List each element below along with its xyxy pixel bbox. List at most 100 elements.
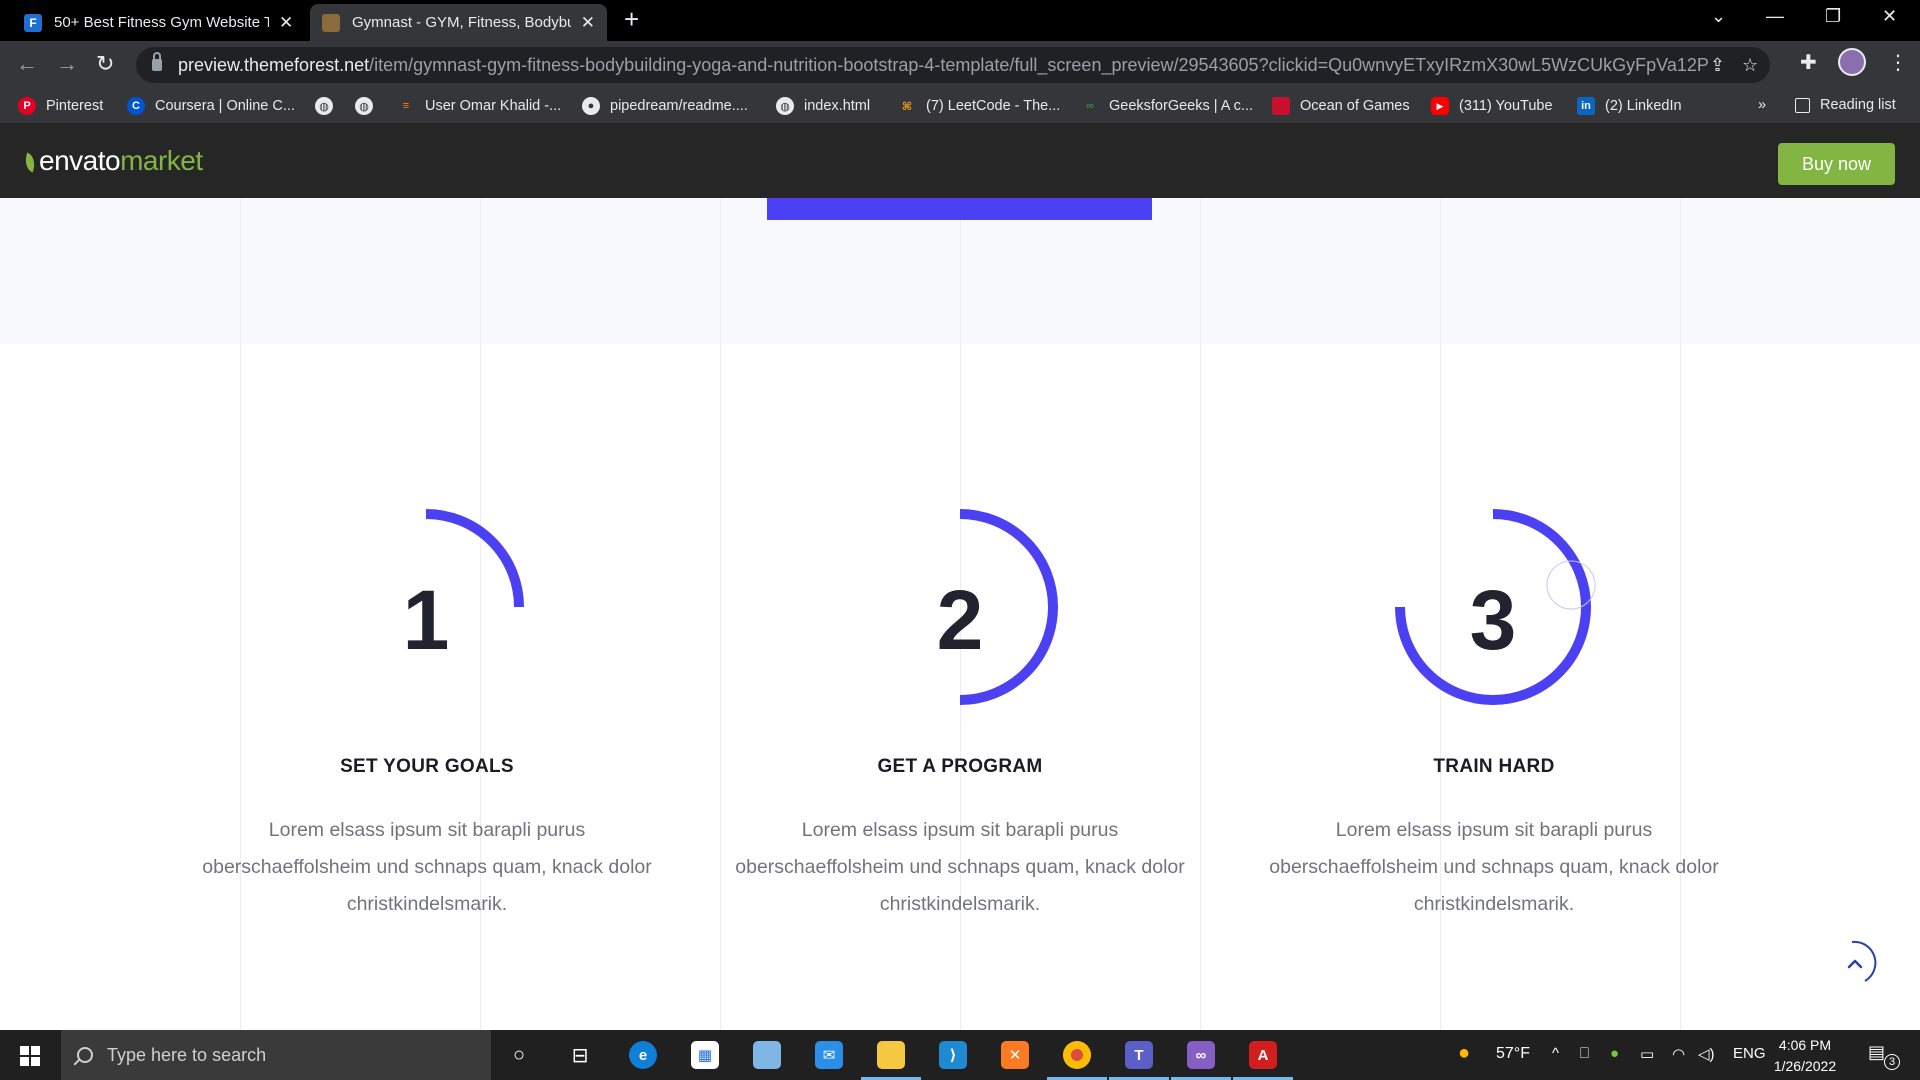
file-explorer-icon[interactable] [861, 1039, 921, 1080]
bookmark-label: index.html [804, 98, 871, 114]
url-path: /item/gymnast-gym-fitness-bodybuilding-y… [369, 54, 1710, 75]
task-view-icon[interactable]: ⊟ [564, 1039, 596, 1071]
vscode-icon[interactable]: ⟩ [937, 1039, 969, 1071]
bookmark-youtube[interactable]: ▶ (311) YouTube [1431, 97, 1553, 115]
globe-icon: ◍ [355, 97, 373, 115]
bookmark-label: Coursera | Online C... [155, 98, 295, 114]
bookmark-label: pipedream/readme.... [610, 98, 748, 114]
bookmark-pinterest[interactable]: P Pinterest [18, 97, 103, 115]
browser-tab-strip: F 50+ Best Fitness Gym Website Te ✕ Gymn… [0, 0, 1920, 41]
clock-date: 1/26/2022 [1773, 1058, 1837, 1074]
step-3-description: Lorem elsass ipsum sit barapli purus obe… [1269, 819, 1719, 915]
reading-list[interactable]: Reading list [1795, 97, 1896, 113]
envato-market-logo[interactable]: envatomarket [21, 145, 203, 177]
tab-search-chevron-icon[interactable]: ⌄ [1711, 6, 1726, 27]
bookmark-label: User Omar Khalid -... [425, 98, 562, 114]
bookmark-globe-2[interactable]: ◍ [355, 97, 383, 115]
youtube-icon: ▶ [1431, 97, 1449, 115]
close-tab-icon[interactable]: ✕ [279, 13, 293, 33]
store-icon[interactable]: ▦ [689, 1039, 721, 1071]
tab-fitness-templates[interactable]: F 50+ Best Fitness Gym Website Te ✕ [12, 4, 305, 41]
step-1-description: Lorem elsass ipsum sit barapli purus obe… [202, 819, 652, 915]
url-host: preview.themeforest.net [178, 54, 370, 75]
wifi-icon[interactable]: ◠ [1672, 1045, 1685, 1063]
globe-icon: ◍ [776, 97, 794, 115]
step-2-description: Lorem elsass ipsum sit barapli purus obe… [735, 819, 1185, 915]
minimize-icon[interactable]: — [1766, 6, 1784, 27]
menu-icon[interactable]: ⋮ [1888, 50, 1908, 75]
scroll-to-top-button[interactable] [1830, 938, 1880, 988]
envato-header: envatomarket Buy now [0, 123, 1920, 198]
tab-favicon-icon [322, 13, 340, 32]
bookmark-coursera[interactable]: C Coursera | Online C... [127, 97, 295, 115]
close-window-icon[interactable]: ✕ [1882, 6, 1897, 27]
back-icon[interactable]: ← [16, 51, 38, 77]
visual-studio-icon[interactable]: ∞ [1171, 1039, 1231, 1080]
tab-gymnast[interactable]: Gymnast - GYM, Fitness, Bodybui ✕ [310, 4, 607, 41]
bookmarks-bar: P Pinterest C Coursera | Online C... ◍ ◍… [0, 89, 1920, 123]
system-clock[interactable]: 4:06 PM 1/26/2022 [1760, 1035, 1850, 1077]
tray-expand-icon[interactable]: ^ [1552, 1045, 1559, 1062]
app-tray-icon[interactable]: ● [1610, 1045, 1619, 1062]
mail-icon[interactable]: ✉ [813, 1039, 845, 1071]
weather-sun-icon[interactable]: ● [1458, 1042, 1470, 1065]
tab-title: Gymnast - GYM, Fitness, Bodybui [352, 14, 571, 31]
device-icon[interactable]: ⎕ [1580, 1045, 1589, 1062]
notes-app-icon[interactable] [751, 1039, 783, 1071]
cortana-icon[interactable]: ○ [503, 1039, 535, 1071]
ocean-of-games-icon [1272, 97, 1290, 115]
leetcode-icon: ⌘ [901, 100, 913, 113]
bookmark-label: (2) LinkedIn [1605, 98, 1682, 114]
bookmark-leetcode[interactable]: ⌘ (7) LeetCode - The... [898, 97, 1060, 115]
share-icon[interactable]: ⇪ [1710, 55, 1725, 76]
bookmark-star-icon[interactable]: ☆ [1742, 55, 1758, 76]
bookmark-geeksforgeeks[interactable]: ∞ GeeksforGeeks | A c... [1081, 97, 1253, 115]
bookmarks-overflow-icon[interactable]: » [1758, 97, 1766, 113]
close-tab-icon[interactable]: ✕ [581, 13, 595, 33]
restore-icon[interactable]: ❐ [1825, 6, 1841, 27]
teams-icon[interactable]: T [1109, 1039, 1169, 1080]
bookmark-ocean-of-games[interactable]: Ocean of Games [1272, 97, 1410, 115]
chrome-icon[interactable] [1047, 1039, 1107, 1080]
step-3-progress-ring: 3 [1383, 497, 1603, 717]
windows-start-icon[interactable] [20, 1046, 40, 1066]
step-1-number: 1 [402, 573, 450, 667]
windows-taskbar: Type here to search ○ ⊟ e ▦ ✉ ⟩ ✕ T ∞ A … [0, 1030, 1920, 1080]
acrobat-icon[interactable]: A [1233, 1039, 1293, 1080]
weather-temperature[interactable]: 57°F [1496, 1045, 1530, 1063]
taskbar-search-box[interactable]: Type here to search [61, 1030, 491, 1080]
forward-icon[interactable]: → [56, 51, 78, 77]
tab-title: 50+ Best Fitness Gym Website Te [54, 14, 269, 31]
bookmark-label: (7) LeetCode - The... [926, 98, 1061, 114]
reading-list-icon [1795, 97, 1810, 113]
step-2-title: GET A PROGRAM [877, 756, 1043, 777]
extensions-icon[interactable]: ✚ [1800, 50, 1817, 75]
leaf-icon [21, 152, 39, 173]
edge-icon[interactable]: e [627, 1039, 659, 1071]
bookmark-globe-1[interactable]: ◍ [315, 97, 343, 115]
buy-now-button[interactable]: Buy now [1778, 143, 1895, 185]
bookmark-linkedin[interactable]: in (2) LinkedIn [1577, 97, 1682, 115]
linkedin-icon: in [1577, 97, 1595, 115]
address-bar[interactable]: preview.themeforest.net /item/gymnast-gy… [136, 47, 1770, 83]
search-placeholder: Type here to search [107, 1044, 267, 1065]
stackoverflow-icon: ≡ [402, 100, 410, 112]
bookmark-index[interactable]: ◍ index.html [776, 97, 870, 115]
bookmark-stackoverflow[interactable]: ≡ User Omar Khalid -... [397, 97, 561, 115]
bookmark-github[interactable]: ● pipedream/readme.... [582, 97, 748, 115]
new-tab-icon[interactable]: + [624, 4, 639, 35]
profile-avatar[interactable] [1838, 48, 1866, 76]
search-icon [77, 1047, 93, 1063]
grid-line [720, 198, 721, 1030]
xampp-icon[interactable]: ✕ [999, 1039, 1031, 1071]
notifications-icon[interactable]: ▤ [1868, 1042, 1885, 1063]
geeksforgeeks-icon: ∞ [1086, 100, 1094, 112]
bookmark-label: GeeksforGeeks | A c... [1109, 98, 1253, 114]
volume-icon[interactable]: ◁) [1698, 1045, 1715, 1063]
globe-icon: ◍ [315, 97, 333, 115]
battery-icon[interactable]: ▭ [1640, 1045, 1654, 1063]
tab-favicon-icon: F [24, 13, 42, 32]
github-icon: ● [582, 97, 600, 115]
step-1-progress-ring: 1 [316, 497, 536, 717]
reload-icon[interactable]: ↻ [96, 51, 114, 77]
